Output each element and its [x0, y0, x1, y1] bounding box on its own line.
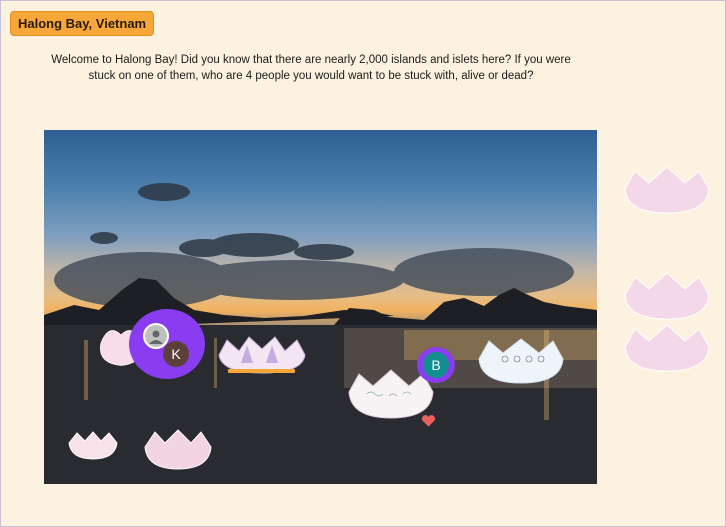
lotus-card[interactable]	[143, 429, 213, 471]
side-lotus-card[interactable]	[623, 271, 711, 321]
lotus-note[interactable]	[228, 369, 295, 373]
board-title-tag: Halong Bay, Vietnam	[10, 11, 155, 36]
lotus-card[interactable]	[477, 337, 565, 385]
side-lotus-card[interactable]	[623, 323, 711, 373]
scene-illustration	[44, 183, 597, 484]
lotus-card[interactable]	[67, 431, 119, 461]
user-avatar-k[interactable]: K	[163, 341, 189, 367]
board-prompt: Welcome to Halong Bay! Did you know that…	[51, 54, 571, 82]
side-lotus-card[interactable]	[623, 165, 711, 215]
user-avatar-b[interactable]: B	[423, 352, 449, 378]
halong-bay-photo	[44, 130, 597, 484]
heart-icon[interactable]	[421, 414, 436, 428]
